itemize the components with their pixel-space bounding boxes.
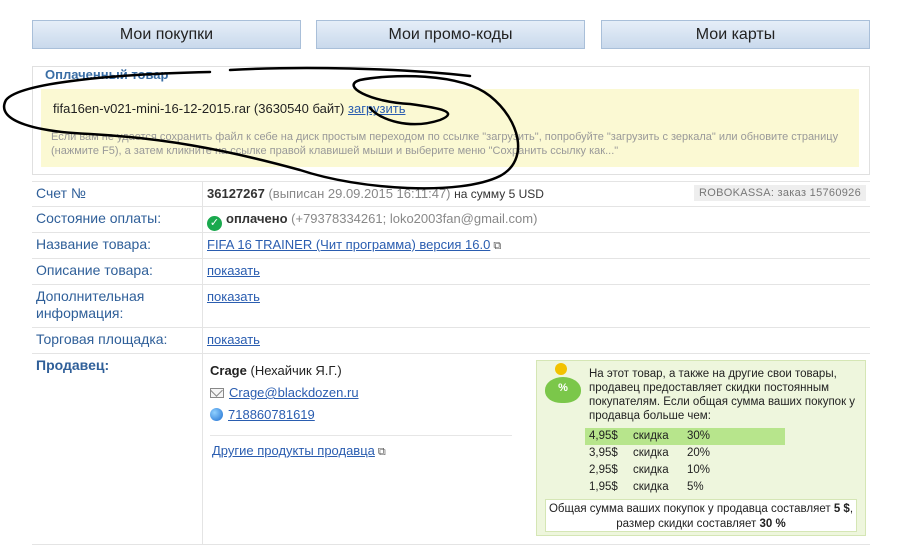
invoice-number: 36127267 (207, 186, 265, 201)
payment-label: Состояние оплаты: (36, 210, 162, 226)
description-show-link[interactable]: показать (207, 263, 260, 278)
seller-label: Продавец: (36, 357, 110, 373)
discount-tier: 3,95$ скидка 20% (585, 445, 785, 462)
extra-info-show-link[interactable]: показать (207, 289, 260, 304)
discount-tier: 2,95$ скидка 10% (585, 462, 785, 479)
column-divider (202, 285, 203, 327)
tier-price: 4,95$ (589, 430, 618, 442)
payment-status: оплачено (226, 211, 288, 226)
top-tabs: Мои покупки Мои промо-коды Мои карты (32, 20, 870, 50)
tier-price: 2,95$ (589, 464, 618, 476)
invoice-value: 36127267 (выписан 29.09.2015 16:11:47) н… (207, 186, 544, 201)
column-divider (202, 354, 203, 544)
extra-info-value: показать (207, 289, 260, 304)
column-divider (202, 328, 203, 353)
column-divider (202, 233, 203, 258)
discount-tier: 1,95$ скидка 5% (585, 479, 785, 496)
description-value: показать (207, 263, 260, 278)
marketplace-show-link[interactable]: показать (207, 332, 260, 347)
seller-name: Crage (Нехайчик Я.Г.) (210, 363, 342, 378)
tier-word: скидка (633, 447, 669, 459)
download-link[interactable]: загрузить (348, 101, 405, 116)
invoice-label: Счет № (36, 185, 86, 201)
tier-percent: 10% (687, 464, 711, 476)
marketplace-row: Торговая площадка: показать (32, 327, 870, 353)
external-link-icon[interactable]: ⧉ (378, 446, 386, 458)
product-name-value: FIFA 16 TRAINER (Чит программа) версия 1… (207, 237, 501, 253)
summary-prefix: Общая сумма ваших покупок у продавца сос… (548, 503, 831, 515)
seller-email-link[interactable]: Crage@blackdozen.ru (229, 385, 359, 400)
invoice-row: Счет № 36127267 (выписан 29.09.2015 16:1… (32, 181, 870, 206)
discount-tier: 4,95$ скидка 30% (585, 428, 785, 445)
payment-value: ✓ оплачено (+79378334261; loko2003fan@gma… (207, 211, 537, 231)
tier-percent: 5% (687, 481, 704, 493)
paid-goods-box: Оплаченный товар fifa16en-v021-mini-16-1… (32, 66, 870, 175)
file-panel: fifa16en-v021-mini-16-12-2015.rar (36305… (41, 89, 859, 167)
marketplace-label: Торговая площадка: (36, 331, 168, 347)
paid-goods-title: Оплаченный товар (45, 67, 169, 82)
column-divider (202, 259, 203, 284)
tier-percent: 30% (687, 430, 711, 442)
invoice-sum: на сумму 5 USD (454, 187, 544, 201)
envelope-icon (210, 388, 224, 398)
description-row: Описание товара: показать (32, 258, 870, 284)
product-name-link[interactable]: FIFA 16 TRAINER (Чит программа) версия 1… (207, 237, 490, 252)
seller-icq-link[interactable]: 718860781619 (228, 407, 315, 422)
description-label: Описание товара: (36, 262, 153, 278)
seller-divider (210, 435, 512, 436)
tab-my-cards[interactable]: Мои карты (601, 20, 870, 49)
file-name: fifa16en-v021-mini-16-12-2015.rar (53, 101, 251, 116)
seller-email: Crage@blackdozen.ru (210, 385, 359, 400)
summary-percent: 30 % (759, 518, 786, 530)
tier-word: скидка (633, 464, 669, 476)
discount-box: % На этот товар, а также на другие свои … (536, 360, 866, 536)
discount-tiers: 4,95$ скидка 30% 3,95$ скидка 20% 2,95$ … (585, 428, 785, 496)
discount-summary: Общая сумма ваших покупок у продавца сос… (545, 499, 857, 532)
seller-other-products-link[interactable]: Другие продукты продавца (212, 443, 375, 458)
column-divider (202, 182, 203, 206)
tier-word: скидка (633, 430, 669, 442)
tier-price: 3,95$ (589, 447, 618, 459)
payment-contacts: (+79378334261; loko2003fan@gmail.com) (291, 211, 538, 226)
discount-text: На этот товар, а также на другие свои то… (589, 368, 856, 422)
column-divider (202, 207, 203, 232)
pig-percent-label: % (558, 382, 568, 394)
robokassa-badge: ROBOKASSA: заказ 15760926 (694, 185, 866, 201)
payment-row: Состояние оплаты: ✓ оплачено (+7937833426… (32, 206, 870, 232)
external-link-icon[interactable]: ⧉ (493, 240, 501, 252)
tab-my-promo-codes[interactable]: Мои промо-коды (316, 20, 585, 49)
marketplace-value: показать (207, 332, 260, 347)
tier-price: 1,95$ (589, 481, 618, 493)
extra-info-label: Дополнительная информация: (36, 288, 145, 321)
extra-info-row: Дополнительная информация: показать (32, 284, 870, 327)
tier-word: скидка (633, 481, 669, 493)
seller-label-text: Продавец (36, 357, 105, 373)
summary-amount: 5 $ (833, 503, 850, 515)
file-line: fifa16en-v021-mini-16-12-2015.rar (36305… (53, 101, 405, 116)
seller-icq: 718860781619 (210, 407, 315, 422)
product-name-label: Название товара: (36, 236, 152, 252)
check-icon: ✓ (207, 216, 222, 231)
globe-icon (210, 408, 223, 421)
tab-my-purchases[interactable]: Мои покупки (32, 20, 301, 49)
seller-other-products: Другие продукты продавца ⧉ (212, 443, 386, 459)
piggy-bank-icon: % (545, 363, 581, 403)
tier-percent: 20% (687, 447, 711, 459)
product-name-row: Название товара: FIFA 16 TRAINER (Чит пр… (32, 232, 870, 258)
download-hint: Если вам не удается сохранить файл к себ… (51, 131, 839, 157)
invoice-issued: (выписан 29.09.2015 16:11:47) (268, 186, 451, 201)
seller-nick: Crage (210, 363, 247, 378)
file-size: (3630540 байт) (253, 101, 345, 116)
seller-fullname: (Нехайчик Я.Г.) (250, 363, 342, 378)
